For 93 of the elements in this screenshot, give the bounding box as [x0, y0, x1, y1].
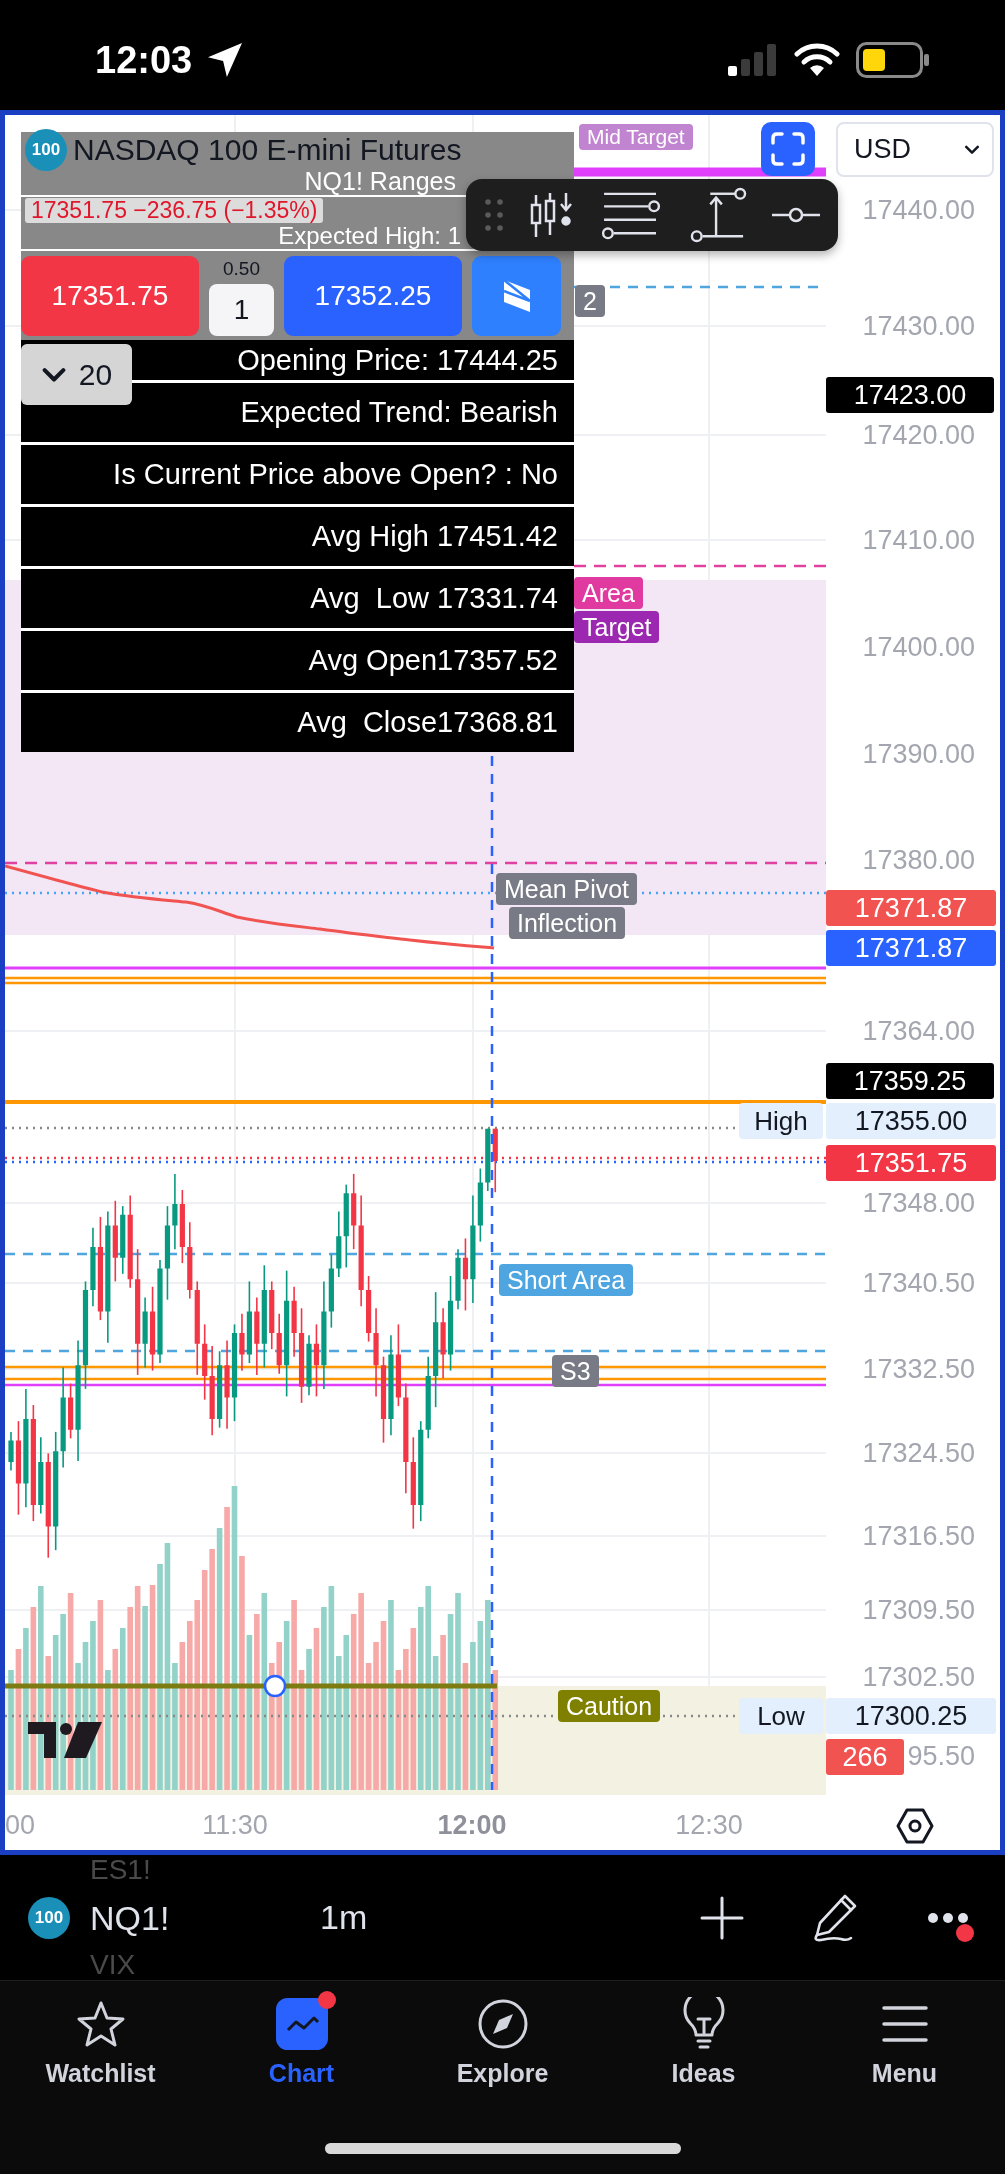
price-axis-label: 17316.50 [862, 1520, 975, 1552]
status-time: 12:03 [95, 38, 193, 82]
ranges-table-cell: Avg Low 17331.74 [21, 566, 574, 628]
tool-button[interactable] [772, 206, 820, 224]
symbol-logo: 100 [25, 128, 67, 171]
ranges-table-cell: Avg Open17357.52 [21, 628, 574, 690]
buy-button[interactable]: 17352.25 [284, 255, 462, 336]
level-label: Short Area [499, 1264, 634, 1296]
currency-dropdown[interactable]: USD [836, 122, 994, 177]
ranges-table-cell: Is Current Price above Open? : No [21, 442, 574, 504]
tab-button[interactable]: Explore [402, 1981, 603, 2131]
faded-symbol-label: ES1! [90, 1855, 152, 1885]
more-icon [927, 1911, 969, 1924]
price-axis-label: 17324.50 [862, 1437, 975, 1469]
price-tag: 17351.75 [826, 1145, 996, 1181]
fullscreen-button[interactable] [761, 122, 815, 176]
price-axis-label: 17390.00 [862, 738, 975, 770]
horizontal-lines-icon [599, 190, 663, 240]
price-axis-label: 17332.50 [862, 1353, 975, 1385]
price-tag: 17355.00 [826, 1103, 996, 1139]
level-label: Target [574, 611, 660, 643]
plus-icon [700, 1895, 744, 1940]
time-axis-label: 00 [5, 1809, 36, 1842]
symbol-name: NASDAQ 100 E-mini Futures [73, 132, 462, 167]
price-axis-label: 17420.00 [862, 419, 975, 451]
tab-button[interactable]: Watchlist [0, 1981, 201, 2131]
chevron-down-icon [40, 366, 67, 383]
level-label: Mid Target [579, 124, 693, 150]
price-tag: 17371.87 [826, 930, 996, 966]
logo-icon [28, 1722, 102, 1758]
tab-button[interactable]: Chart [201, 1981, 402, 2131]
fullscreen-icon [771, 132, 805, 166]
price-axis-label: 17410.00 [862, 524, 975, 556]
price-tag-caption: High [739, 1103, 823, 1139]
tool-button[interactable] [688, 187, 747, 243]
vertical-arrow-icon [688, 187, 747, 243]
price-tag: 17371.87 [826, 890, 996, 926]
circle-handle-icon [263, 1674, 287, 1698]
price-tag: 17359.25 [826, 1063, 994, 1099]
time-axis-label: 12:00 [437, 1809, 507, 1842]
tab-button[interactable]: Menu [804, 1981, 1005, 2131]
price-axis-label: 95.50 [907, 1740, 975, 1772]
tool-button[interactable] [529, 191, 574, 239]
quantity-field[interactable]: 1 [209, 283, 274, 336]
price-tag: 266 [826, 1739, 904, 1775]
menu-icon [880, 2004, 929, 2044]
time-axis-label: 11:30 [202, 1809, 268, 1842]
time-axis-label: 12:30 [675, 1809, 743, 1842]
price-axis-label: 17340.50 [862, 1267, 975, 1299]
spread-value: 0.50 [223, 257, 260, 280]
wifi-icon [794, 43, 840, 77]
location-arrow-icon [208, 43, 243, 77]
level-label: Caution [558, 1690, 661, 1722]
ranges-table-cell: Avg Close17368.81 [21, 690, 574, 752]
battery-icon [856, 42, 930, 78]
price-tag: 17300.25 [826, 1698, 996, 1734]
compass-icon [476, 1998, 529, 2050]
price-axis-label: 17309.50 [862, 1594, 975, 1626]
symbol-ticker[interactable]: NQ1! [90, 1898, 320, 1937]
interval-button[interactable]: 1m [320, 1898, 368, 1937]
chevron-down-icon [964, 144, 980, 155]
candlesticks-icon [529, 191, 574, 239]
sell-button[interactable]: 17351.75 [21, 255, 199, 336]
price-tag-caption: Low [739, 1698, 823, 1734]
ranges-title: NQ1! Ranges [304, 167, 456, 195]
settings-icon [895, 1806, 935, 1846]
pen-icon [811, 1892, 859, 1943]
drag-handle-icon [484, 198, 504, 232]
chart-icon [275, 1998, 328, 2050]
price-tag: 17423.00 [826, 377, 994, 413]
price-axis-label: 17348.00 [862, 1187, 975, 1219]
ranges-table-cell: Avg High 17451.42 [21, 504, 574, 566]
price-axis-label: 17364.00 [862, 1015, 975, 1047]
price-axis-label: 17430.00 [862, 310, 975, 342]
symbol-logo: 100 [28, 1896, 70, 1939]
tab-button[interactable]: Ideas [603, 1981, 804, 2131]
price-axis-label: 17380.00 [862, 844, 975, 876]
price-axis-label: 17440.00 [862, 194, 975, 226]
faded-symbol-label: VIX [90, 1950, 137, 1980]
price-axis-label: 17400.00 [862, 631, 975, 663]
ranges-row-text: Expected High: 1 [278, 223, 461, 249]
level-label: 2 [575, 285, 605, 317]
level-label: Inflection [509, 907, 626, 939]
horizontal-line-icon [772, 206, 820, 224]
level-label: Mean Pivot [496, 873, 638, 905]
signal-bars-icon [728, 44, 778, 76]
price-axis-label: 17302.50 [862, 1661, 975, 1693]
tool-button[interactable] [599, 190, 663, 240]
broker-button[interactable] [472, 255, 561, 336]
star-icon [75, 2000, 126, 2048]
price-change: 17351.75 −236.75 (−1.35%) [25, 197, 324, 223]
level-label: S3 [552, 1355, 599, 1387]
level-label: Area [574, 577, 643, 609]
